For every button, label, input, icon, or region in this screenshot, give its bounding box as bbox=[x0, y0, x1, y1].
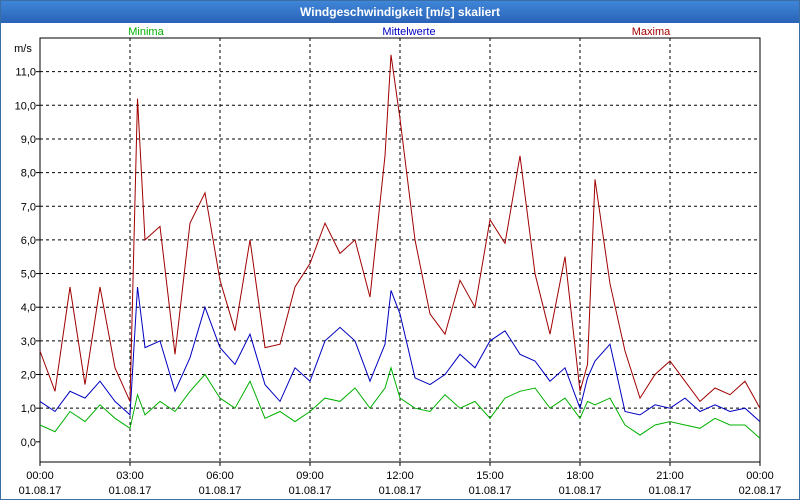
y-tick-label: 0,0 bbox=[21, 437, 36, 449]
x-tick-label-time: 21:00 bbox=[656, 470, 684, 482]
y-tick-label: 6,0 bbox=[21, 235, 36, 247]
chart-svg: m/s Minima Mittelwerte Maxima 0,0 1,0 2,0 3… bbox=[14, 26, 782, 497]
x-tick-label-date: 01.08.17 bbox=[559, 485, 602, 497]
x-tick-label-time: 06:00 bbox=[206, 470, 234, 482]
y-tick-label: 3,0 bbox=[21, 336, 36, 348]
x-tick-label-time: 00:00 bbox=[746, 470, 774, 482]
y-tick-label: 8,0 bbox=[21, 168, 36, 180]
x-tick-label-time: 12:00 bbox=[386, 470, 414, 482]
x-tick-label-date: 01.08.17 bbox=[649, 485, 692, 497]
x-tick-label-date: 01.08.17 bbox=[469, 485, 512, 497]
axis-layer: 0,0 1,0 2,0 3,0 4,0 5,0 6,0 7,0 8,0 9,0 10,0 11,0 00… bbox=[15, 67, 782, 497]
x-tick-label-time: 09:00 bbox=[296, 470, 324, 482]
x-tick-label-time: 00:00 bbox=[26, 470, 54, 482]
y-tick-label: 4,0 bbox=[21, 302, 36, 314]
x-tick-label-date: 01.08.17 bbox=[289, 485, 332, 497]
x-tick-label-date: 01.08.17 bbox=[379, 485, 422, 497]
y-tick-label: 2,0 bbox=[21, 370, 36, 382]
x-tick-label-date: 01.08.17 bbox=[19, 485, 62, 497]
legend-mittelwerte: Mittelwerte bbox=[382, 26, 435, 38]
legend-minima: Minima bbox=[128, 26, 164, 38]
x-tick-label-date: 02.08.17 bbox=[739, 485, 782, 497]
x-tick-label-time: 18:00 bbox=[566, 470, 594, 482]
x-tick-label-time: 03:00 bbox=[116, 470, 144, 482]
x-tick-label-date: 01.08.17 bbox=[199, 485, 242, 497]
x-tick-label-date: 01.08.17 bbox=[109, 485, 152, 497]
y-tick-label: 5,0 bbox=[21, 269, 36, 281]
y-tick-label: 9,0 bbox=[21, 134, 36, 146]
y-tick-label: 7,0 bbox=[21, 201, 36, 213]
y-axis-unit-label: m/s bbox=[14, 43, 32, 55]
y-tick-label: 11,0 bbox=[15, 67, 36, 79]
x-tick-label-time: 15:00 bbox=[476, 470, 504, 482]
y-tick-label: 10,0 bbox=[15, 100, 36, 112]
legend-maxima: Maxima bbox=[632, 26, 671, 38]
y-tick-label: 1,0 bbox=[21, 403, 36, 415]
